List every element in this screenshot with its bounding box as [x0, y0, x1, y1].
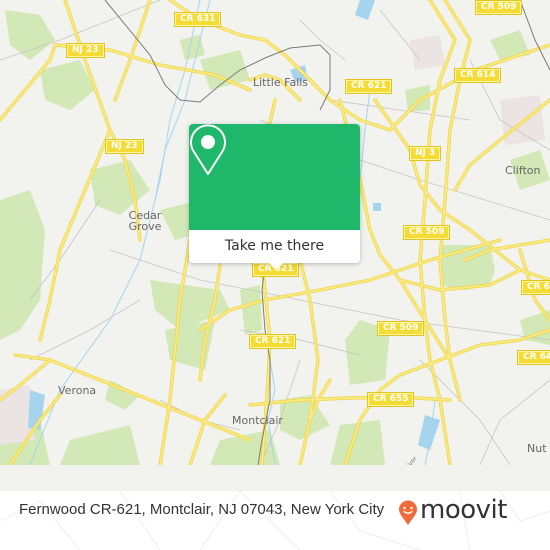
road-shield-nj23: NJ 23: [105, 139, 144, 154]
popup-header: [189, 124, 360, 230]
road-shield-nj3: NJ 3: [408, 146, 442, 161]
cedar-grove-label: Cedar Grove: [128, 209, 162, 233]
map-pin-icon: [190, 124, 226, 175]
road-shield-cr655: CR 655: [366, 392, 415, 407]
location-popup: Take me there: [189, 124, 360, 270]
road-shield-cr621: CR 621: [344, 79, 393, 94]
road-shield-cr631: CR 631: [173, 12, 222, 27]
popup-pointer: [268, 262, 284, 270]
moovit-smiley-pin-icon: [399, 500, 417, 525]
take-me-there-button[interactable]: Take me there: [189, 230, 360, 263]
road-shield-cr64: CR 64: [516, 350, 550, 365]
verona-label: Verona: [58, 384, 97, 397]
road-shield-cr614: CR 614: [453, 68, 502, 83]
clifton-label: Clifton: [505, 164, 541, 177]
map-canvas[interactable]: Little Falls Cedar Grove Clifton Verona …: [0, 0, 550, 465]
montclair-label: Montclair: [232, 414, 283, 427]
footer-bar: Fernwood CR-621, Montclair, NJ 07043, Ne…: [0, 491, 550, 550]
road-shield-cr6: CR 6: [521, 280, 550, 295]
location-address: Fernwood CR-621, Montclair, NJ 07043, Ne…: [19, 501, 385, 518]
little-falls-label: Little Falls: [253, 76, 309, 89]
road-shield-cr509: CR 509: [376, 321, 425, 336]
road-shield-cr509: CR 509: [402, 225, 451, 240]
nutley-label: Nut: [527, 442, 547, 455]
road-shield-cr509: CR 509: [474, 0, 523, 15]
moovit-wordmark: moovit: [420, 495, 507, 525]
road-shield-cr621: CR 621: [248, 334, 297, 349]
road-shield-nj23: NJ 23: [66, 43, 105, 58]
